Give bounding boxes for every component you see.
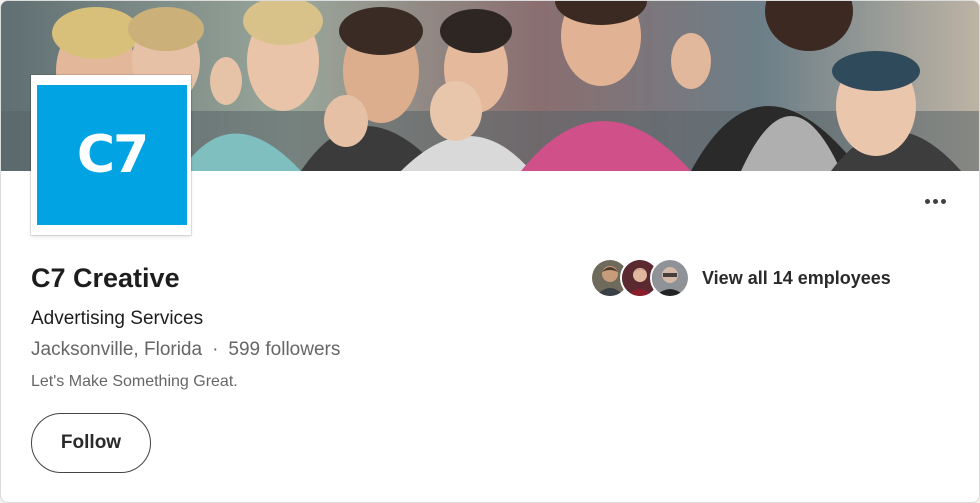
employee-avatars [590,258,690,298]
company-location: Jacksonville, Florida [31,339,203,360]
meta-separator: · [212,339,219,360]
company-logo-text: C7 [76,125,149,185]
company-name: C7 Creative [31,263,180,293]
follow-button[interactable]: Follow [31,413,151,473]
company-meta: Jacksonville, Florida · 599 followers [31,339,340,361]
company-card: C7 C7 Creative Advertising Services Jack… [0,0,980,503]
company-logo-tile: C7 [37,85,187,225]
company-followers: 599 followers [228,339,341,360]
company-industry: Advertising Services [31,308,204,329]
company-tagline: Let's Make Something Great. [31,373,238,390]
view-employees-label: View all 14 employees [702,267,891,288]
employee-avatar [650,258,690,298]
more-options-button[interactable] [919,187,951,215]
view-employees-link[interactable]: View all 14 employees [590,258,891,298]
ellipsis-horizontal-icon [923,198,947,204]
page: C7 C7 Creative Advertising Services Jack… [0,0,980,503]
company-logo: C7 [31,75,191,235]
